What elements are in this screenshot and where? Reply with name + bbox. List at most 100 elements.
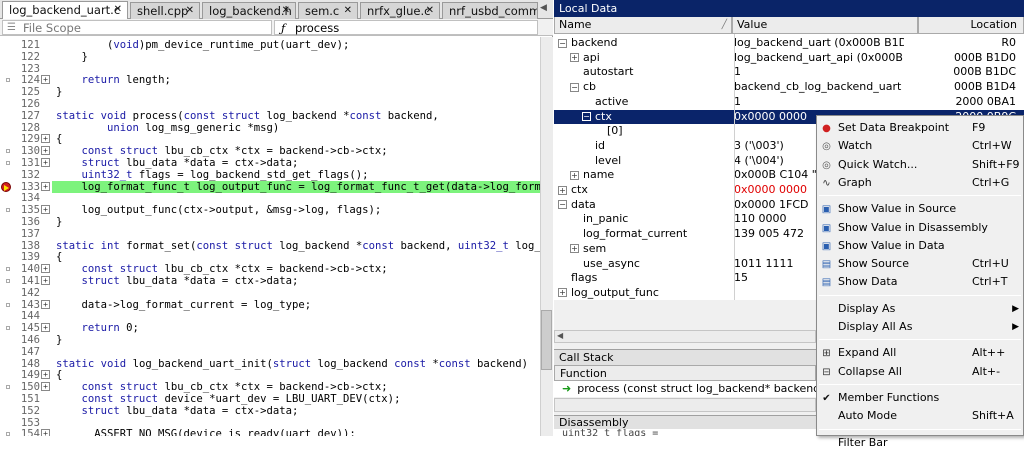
expand-icon[interactable]: + [558, 288, 567, 298]
code-line[interactable]: 152 struct lbu_data *data = ctx->data; [0, 405, 540, 417]
code-line[interactable]: 143 + data->log_format_current = log_type… [0, 299, 540, 311]
fold-toggle-icon[interactable]: + [41, 299, 50, 309]
expand-icon[interactable]: + [570, 170, 579, 180]
close-icon[interactable]: ✕ [186, 3, 194, 19]
breakpoint-slot-icon[interactable] [6, 267, 10, 272]
code-line[interactable]: 154 + __ASSERT_NO_MSG(device_is_ready(uar… [0, 428, 540, 436]
close-icon[interactable]: ✕ [114, 2, 122, 18]
close-icon[interactable]: ✕ [282, 3, 290, 19]
tab-log-backend-h[interactable]: log_backend.h ✕ [202, 2, 296, 19]
tree-row[interactable]: autostart 1 000B B1DC [554, 65, 1024, 80]
collapse-icon[interactable]: − [570, 82, 579, 92]
menu-item-display-as[interactable]: Display As ▶ [817, 300, 1023, 318]
code-line[interactable]: 129 + { [0, 133, 540, 145]
code-line[interactable]: 121 (void)pm_device_runtime_put(uart_dev… [0, 39, 540, 51]
menu-item-expand-all[interactable]: ⊞ Expand All Alt++ [817, 344, 1023, 362]
editor-scroll-thumb[interactable] [541, 310, 552, 370]
code-line[interactable]: 141 + struct lbu_data *data = ctx->data; [0, 275, 540, 287]
breakpoint-slot-icon[interactable] [6, 279, 10, 283]
tab-shell-cpp[interactable]: shell.cpp ✕ [130, 2, 200, 19]
breakpoint-slot-icon[interactable] [6, 208, 10, 213]
menu-item-quick-watch[interactable]: ◎ Quick Watch... Shift+F9 [817, 156, 1023, 174]
code-line[interactable]: 135 + log_output_func(ctx->output, &msg->… [0, 204, 540, 216]
code-line[interactable]: 131 + struct lbu_data *data = ctx->data; [0, 157, 540, 169]
code-line[interactable]: 127 static void process(const struct log_… [0, 110, 540, 122]
code-line[interactable]: 146} [0, 334, 540, 346]
menu-item-show-value-in-source[interactable]: ▣ Show Value in Source [817, 200, 1023, 218]
fold-toggle-icon[interactable]: + [41, 323, 50, 333]
code-line[interactable]: 122 } [0, 51, 540, 63]
code-line[interactable]: 144 [0, 310, 540, 322]
code-line[interactable]: 130 + const struct lbu_cb_ctx *ctx = back… [0, 145, 540, 157]
menu-item-show-value-in-data[interactable]: ▣ Show Value in Data [817, 237, 1023, 255]
code-line[interactable]: 151 const struct device *uart_dev = LBU_… [0, 393, 540, 405]
close-icon[interactable]: ✕ [426, 3, 434, 19]
menu-item-show-data[interactable]: ▤ Show Data Ctrl+T [817, 273, 1023, 291]
menu-item-filter-bar[interactable]: Filter Bar [817, 434, 1023, 452]
fold-toggle-icon[interactable]: + [41, 181, 50, 191]
tree-row[interactable]: +api log_backend_uart_api (0x000B CE60) 00… [554, 51, 1024, 66]
code-line[interactable]: 150 + const struct lbu_cb_ctx *ctx = back… [0, 381, 540, 393]
code-area[interactable]: 121 (void)pm_device_runtime_put(uart_dev… [0, 37, 540, 436]
code-line[interactable]: 128 union log_msg_generic *msg) [0, 122, 540, 134]
fold-toggle-icon[interactable]: + [41, 429, 50, 436]
call-stack-horizontal-scrollbar[interactable] [554, 398, 816, 412]
menu-item-display-all-as[interactable]: Display All As ▶ [817, 318, 1023, 336]
fold-toggle-icon[interactable]: + [41, 370, 50, 380]
code-line[interactable]: 139 { [0, 251, 540, 263]
code-line[interactable]: 153 [0, 417, 540, 429]
function-scope-dropdown[interactable]: ƒ process [274, 20, 538, 35]
code-line[interactable]: 132 uint32_t flags = log_backend_std_get… [0, 169, 540, 181]
local-data-horizontal-scrollbar[interactable]: ◀ [554, 330, 816, 343]
tab-log-backend-uart[interactable]: log_backend_uart.c ✕ [2, 1, 128, 19]
call-stack-row[interactable]: ➜ process (const struct log_backend* back… [554, 381, 816, 397]
menu-item-collapse-all[interactable]: ⊟ Collapse All Alt+- [817, 363, 1023, 381]
breakpoint-slot-icon[interactable] [6, 385, 10, 390]
tree-row[interactable]: −cb backend_cb_log_backend_uart (0x2000 0… [554, 80, 1024, 95]
expand-icon[interactable]: + [570, 53, 579, 63]
collapse-icon[interactable]: − [558, 200, 567, 210]
fold-toggle-icon[interactable]: + [41, 276, 50, 285]
code-line[interactable]: 148 static void log_backend_uart_init(str… [0, 358, 540, 370]
tab-nrf-usbd-common[interactable]: nrf_usbd_common [442, 2, 538, 19]
menu-item-set-data-breakpoint[interactable]: ● Set Data Breakpoint F9 [817, 119, 1023, 137]
breakpoint-slot-icon[interactable] [6, 149, 10, 154]
scroll-left-icon[interactable]: ◀ [557, 331, 563, 340]
expand-icon[interactable]: + [558, 185, 567, 195]
fold-toggle-icon[interactable]: + [41, 205, 50, 215]
breakpoint-slot-icon[interactable] [6, 326, 10, 331]
menu-item-member-functions[interactable]: ✔ Member Functions [817, 389, 1023, 407]
code-line[interactable]: 147 [0, 346, 540, 358]
menu-item-show-value-in-disassembly[interactable]: ▣ Show Value in Disassembly [817, 219, 1023, 237]
tab-sem-c[interactable]: sem.c ✕ [298, 2, 358, 19]
code-line[interactable]: 134 [0, 192, 540, 204]
fold-toggle-icon[interactable]: + [41, 264, 50, 274]
code-line[interactable]: 145 + return 0; [0, 322, 540, 334]
code-line[interactable]: 126 [0, 98, 540, 110]
name-column-header[interactable]: Name ╱ [554, 17, 732, 34]
code-line[interactable]: 125} [0, 86, 540, 98]
fold-toggle-icon[interactable]: + [41, 146, 50, 156]
menu-item-graph[interactable]: ∿ Graph Ctrl+G [817, 174, 1023, 192]
code-line[interactable]: 133 + log_format_func_t log_output_func =… [0, 180, 540, 193]
value-column-header[interactable]: Value [732, 17, 918, 34]
menu-item-show-source[interactable]: ▤ Show Source Ctrl+U [817, 255, 1023, 273]
function-column-header[interactable]: Function [554, 365, 816, 381]
tree-row[interactable]: active 1 2000 0BA1 [554, 95, 1024, 110]
code-line[interactable]: 136} [0, 216, 540, 228]
location-column-header[interactable]: Location [918, 17, 1024, 34]
code-line[interactable]: 137 [0, 228, 540, 240]
code-line[interactable]: 123 [0, 63, 540, 75]
code-line[interactable]: 149 + { [0, 369, 540, 381]
expand-icon[interactable]: + [570, 244, 579, 254]
code-line[interactable]: 138 static int format_set(const struct lo… [0, 240, 540, 252]
editor-vertical-scrollbar[interactable] [540, 37, 553, 436]
collapse-icon[interactable]: − [582, 112, 591, 121]
tab-scroll-left-icon[interactable]: ◀ [540, 3, 547, 13]
breakpoint-slot-icon[interactable] [6, 432, 10, 436]
tab-nrfx-glue-c[interactable]: nrfx_glue.c ✕ [360, 2, 440, 19]
fold-toggle-icon[interactable]: + [41, 158, 50, 167]
fold-toggle-icon[interactable]: + [41, 382, 50, 392]
code-line[interactable]: 124 + return length; [0, 74, 540, 86]
tree-row[interactable]: − backend log_backend_uart (0x000B B1D0) R0 [554, 36, 1024, 51]
